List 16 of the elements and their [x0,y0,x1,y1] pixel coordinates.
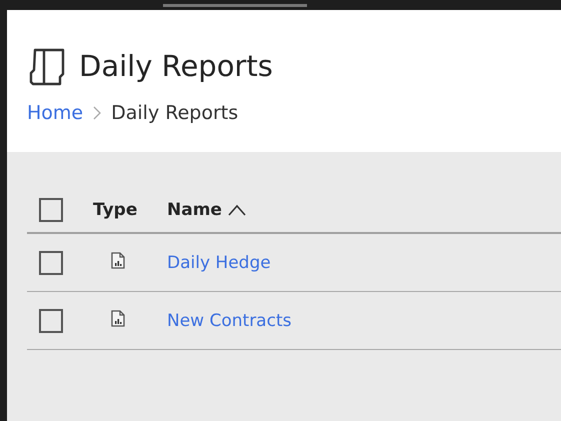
report-file-icon [111,310,125,327]
reports-logo-icon [27,46,67,86]
sort-ascending-icon[interactable] [228,204,246,216]
row-checkbox[interactable] [39,250,63,274]
row-checkbox[interactable] [39,308,63,332]
breadcrumb-current: Daily Reports [111,102,238,124]
report-link[interactable]: New Contracts [167,310,292,330]
scrollbar-thumb[interactable] [163,4,307,7]
column-header[interactable]: Name [167,200,222,220]
chevron-right-icon [93,106,102,120]
breadcrumb-link[interactable]: Home [27,102,84,124]
report-file-icon [111,252,125,269]
select-all-checkbox[interactable] [39,198,63,222]
report-link[interactable]: Daily Hedge [167,252,271,272]
column-header[interactable]: Type [93,200,138,220]
page-title: Daily Reports [79,49,273,83]
